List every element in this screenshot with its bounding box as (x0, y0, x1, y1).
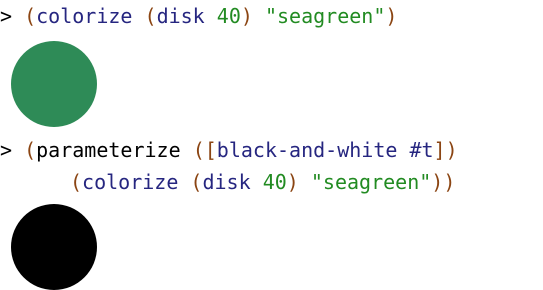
parameterize-keyword: parameterize (36, 138, 181, 162)
open-bracket: ([ (192, 138, 217, 162)
close-paren: ) (286, 170, 299, 194)
open-paren: ( (190, 170, 203, 194)
open-paren: ( (144, 4, 157, 28)
black-disk-result (11, 204, 97, 290)
repl-input-line-1: > (colorize (disk 40) "seagreen") (0, 3, 397, 29)
disk-identifier: disk (202, 170, 251, 194)
colorize-identifier: colorize (82, 170, 179, 194)
disk-identifier: disk (156, 4, 205, 28)
seagreen-disk-result (11, 41, 97, 127)
repl-input-line-2: > (parameterize ([black-and-white #t]) (0, 137, 458, 163)
color-string-literal: "seagreen" (264, 4, 386, 28)
open-paren: ( (24, 138, 37, 162)
black-and-white-parameter: black-and-white (216, 138, 398, 162)
close-paren: ) (240, 4, 253, 28)
size-literal: 40 (216, 4, 241, 28)
repl-prompt: > (0, 4, 13, 28)
open-paren: ( (24, 4, 37, 28)
repl-prompt: > (0, 138, 13, 162)
close-paren: ) (385, 4, 398, 28)
color-string-literal: "seagreen" (310, 170, 432, 194)
close-bracket: ]) (433, 138, 458, 162)
boolean-literal: #t (409, 138, 434, 162)
repl-continuation-line: (colorize (disk 40) "seagreen")) (70, 169, 455, 195)
close-paren: )) (431, 170, 456, 194)
size-literal: 40 (262, 170, 287, 194)
open-paren: ( (70, 170, 83, 194)
colorize-identifier: colorize (36, 4, 133, 28)
